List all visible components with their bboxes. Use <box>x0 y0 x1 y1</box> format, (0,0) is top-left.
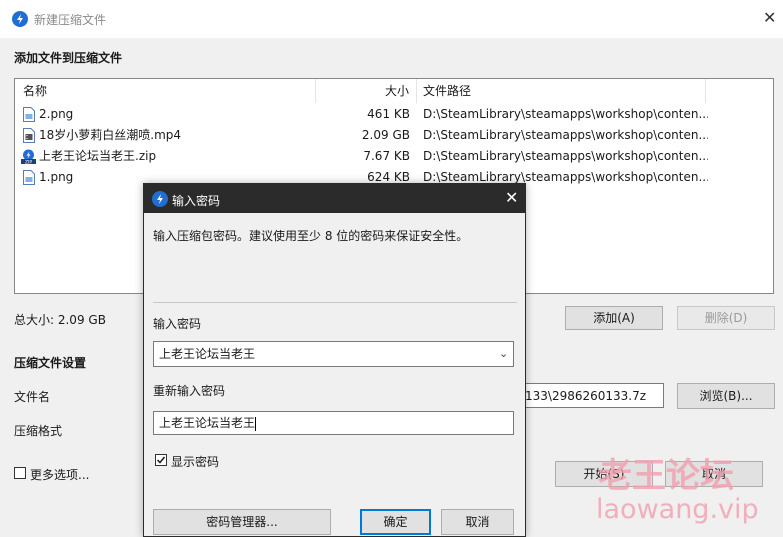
settings-section-title: 压缩文件设置 <box>14 356 87 370</box>
close-icon[interactable]: ✕ <box>763 8 776 27</box>
browse-button[interactable]: 浏览(B)... <box>677 383 775 409</box>
file-path: D:\SteamLibrary\steamapps\workshop\conte… <box>423 107 708 121</box>
file-name: 2.png <box>39 107 74 121</box>
file-row[interactable]: 2.png 461 KB D:\SteamLibrary\steamapps\w… <box>15 104 715 125</box>
close-icon[interactable]: ✕ <box>505 188 518 207</box>
dialog-cancel-button[interactable]: 取消 <box>441 509 514 535</box>
file-row[interactable]: ZIP 上老王论坛当老王.zip 7.67 KB D:\SteamLibrary… <box>15 146 715 167</box>
ok-button[interactable]: 确定 <box>360 509 431 535</box>
filename-value: 133\2986260133.7z <box>525 389 647 403</box>
format-label: 压缩格式 <box>14 424 63 438</box>
divider <box>153 302 517 303</box>
file-path: D:\SteamLibrary\steamapps\workshop\conte… <box>423 128 708 142</box>
add-section-title: 添加文件到压缩文件 <box>14 51 123 65</box>
password-label: 输入密码 <box>153 317 202 331</box>
svg-text:ZIP: ZIP <box>25 159 32 164</box>
file-row[interactable]: 18岁小萝莉白丝潮喷.mp4 2.09 GB D:\SteamLibrary\s… <box>15 125 715 146</box>
file-size: 461 KB <box>367 107 410 121</box>
delete-button[interactable]: 删除(D) <box>677 306 775 330</box>
chevron-down-icon[interactable]: ⌄ <box>499 342 508 366</box>
file-name: 上老王论坛当老王.zip <box>39 149 157 163</box>
column-header-name[interactable]: 名称 <box>23 79 47 103</box>
image-file-icon <box>23 107 35 122</box>
column-header-path[interactable]: 文件路径 <box>423 79 471 103</box>
confirm-password-label: 重新输入密码 <box>153 384 226 398</box>
column-separator[interactable] <box>416 79 417 103</box>
show-password-label[interactable]: 显示密码 <box>171 453 219 470</box>
dialog-description: 输入压缩包密码。建议使用至少 8 位的密码来保证安全性。 <box>153 229 469 243</box>
more-options-checkbox[interactable] <box>14 467 26 479</box>
password-combobox[interactable]: 上老王论坛当老王 ⌄ <box>153 341 514 367</box>
column-header-size[interactable]: 大小 <box>385 79 409 103</box>
column-separator[interactable] <box>315 79 316 103</box>
add-button[interactable]: 添加(A) <box>565 306 663 330</box>
dialog-title-bar: 输入密码 ✕ <box>144 184 525 213</box>
title-bar: 新建压缩文件 ✕ <box>0 0 783 38</box>
app-logo-icon <box>12 11 28 27</box>
checkmark-icon <box>156 456 166 464</box>
video-file-icon <box>23 128 35 143</box>
password-dialog: 输入密码 ✕ 输入压缩包密码。建议使用至少 8 位的密码来保证安全性。 输入密码… <box>143 183 526 537</box>
filename-label: 文件名 <box>14 390 51 404</box>
text-cursor <box>255 416 257 431</box>
zip-file-icon: ZIP <box>21 149 36 164</box>
password-value: 上老王论坛当老王 <box>159 347 256 361</box>
image-file-icon <box>23 170 35 185</box>
dialog-title: 输入密码 <box>172 194 221 208</box>
file-name: 18岁小萝莉白丝潮喷.mp4 <box>39 128 182 142</box>
file-size: 2.09 GB <box>361 128 410 142</box>
more-options-label[interactable]: 更多选项... <box>30 466 89 483</box>
file-size: 7.67 KB <box>363 149 410 163</box>
show-password-checkbox[interactable] <box>155 454 167 466</box>
total-size: 总大小: 2.09 GB <box>14 313 106 327</box>
column-separator[interactable] <box>705 79 706 103</box>
confirm-password-input[interactable]: 上老王论坛当老王 <box>153 411 514 435</box>
app-logo-icon <box>152 191 168 207</box>
password-manager-button[interactable]: 密码管理器... <box>153 509 331 535</box>
window-title: 新建压缩文件 <box>34 13 107 27</box>
watermark-text: 老王论坛 <box>598 456 734 496</box>
confirm-password-value: 上老王论坛当老王 <box>159 416 256 430</box>
file-path: D:\SteamLibrary\steamapps\workshop\conte… <box>423 149 708 163</box>
watermark-url: laowang.vip <box>596 494 759 525</box>
